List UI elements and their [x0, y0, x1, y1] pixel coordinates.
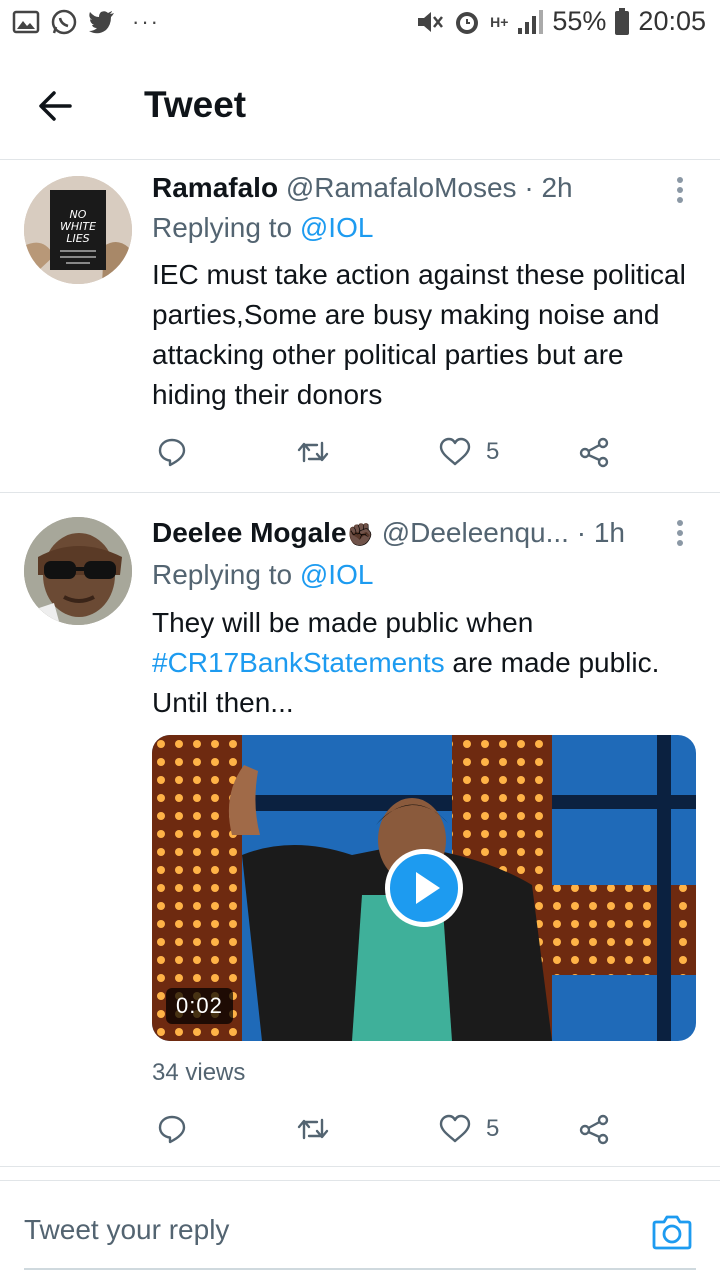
tweet-time: · 1h: [576, 517, 625, 548]
back-button[interactable]: [34, 84, 78, 128]
hashtag-link[interactable]: #CR17BankStatements: [152, 647, 445, 678]
camera-button[interactable]: [650, 1210, 694, 1254]
tweet-text-start: They will be made public when: [152, 607, 534, 638]
more-vertical-icon: [677, 520, 683, 546]
reply-input[interactable]: Tweet your reply: [24, 1214, 229, 1246]
heart-icon: [439, 437, 471, 466]
reply-input-underline: [24, 1268, 696, 1270]
clock-time: 20:05: [638, 6, 706, 36]
camera-icon: [652, 1215, 692, 1250]
author-name[interactable]: Deelee Mogale: [152, 517, 347, 548]
replying-to-label: Replying to: [152, 212, 293, 243]
share-icon: [579, 437, 609, 468]
tweet-divider: [0, 1166, 720, 1167]
tweet-actions: 5: [152, 432, 632, 472]
author-handle[interactable]: @RamafaloMoses: [286, 172, 517, 203]
more-notifications-indicator: ···: [132, 9, 160, 34]
like-button[interactable]: 5: [438, 432, 499, 472]
avatar[interactable]: NO WHITE LIES: [24, 176, 132, 284]
retweet-button[interactable]: [296, 432, 330, 472]
top-app-bar: Tweet: [0, 56, 720, 158]
share-button[interactable]: [578, 1109, 610, 1149]
share-button[interactable]: [578, 432, 610, 472]
share-icon: [579, 1114, 609, 1145]
tweet-text: IEC must take action against these polit…: [152, 259, 686, 410]
tweet-header: Ramafalo @RamafaloMoses · 2h: [152, 172, 573, 204]
signal-icon: [518, 9, 544, 34]
replying-to: Replying to @IOL: [152, 212, 373, 244]
reply-composer: Tweet your reply: [0, 1180, 720, 1280]
play-button[interactable]: [385, 849, 463, 927]
like-button[interactable]: 5: [438, 1109, 499, 1149]
tweet-header: Deelee Mogale✊🏿 @Deeleenqu... · 1h: [152, 517, 625, 549]
tweet-item[interactable]: NO WHITE LIES Ramafalo @RamafaloMoses · …: [0, 160, 720, 492]
video-player[interactable]: 0:02: [152, 735, 696, 1041]
tweet-time: · 2h: [524, 172, 573, 203]
tweet-actions: 5: [152, 1109, 632, 1149]
retweet-button[interactable]: [296, 1109, 330, 1149]
alarm-icon: [456, 11, 479, 34]
avatar-image: [24, 517, 132, 625]
reply-button[interactable]: [156, 1109, 188, 1149]
replying-to-label: Replying to: [152, 559, 293, 590]
battery-percent: 55%: [552, 6, 607, 36]
avatar[interactable]: [24, 517, 132, 625]
status-bar: ··· H+ 55% 20:05: [0, 0, 720, 50]
whatsapp-icon: [51, 9, 77, 35]
author-handle[interactable]: @Deeleenqu...: [382, 517, 569, 548]
heart-icon: [439, 1114, 471, 1143]
battery-icon: [615, 7, 630, 35]
view-count: 34 views: [152, 1059, 246, 1086]
network-type-label: H+: [490, 13, 509, 30]
comment-icon: [158, 438, 186, 467]
more-options-button[interactable]: [670, 174, 690, 210]
play-icon: [416, 872, 440, 904]
tweet-text: They will be made public when #CR17BankS…: [152, 603, 702, 723]
svg-text:LIES: LIES: [66, 232, 89, 245]
avatar-image: NO WHITE LIES: [24, 176, 132, 284]
retweet-icon: [297, 1118, 329, 1140]
like-count: 5: [486, 438, 500, 465]
video-duration: 0:02: [166, 988, 233, 1024]
like-count: 5: [486, 1115, 500, 1142]
reply-button[interactable]: [156, 432, 188, 472]
more-options-button[interactable]: [670, 517, 690, 553]
retweet-icon: [297, 441, 329, 463]
gallery-icon: [12, 10, 40, 34]
author-name[interactable]: Ramafalo: [152, 172, 278, 203]
mute-icon: [418, 11, 444, 32]
more-vertical-icon: [677, 177, 683, 203]
reply-bar-divider: [0, 1180, 720, 1181]
tweet-item[interactable]: Deelee Mogale✊🏿 @Deeleenqu... · 1h Reply…: [0, 493, 720, 1165]
mention-link[interactable]: @IOL: [300, 212, 374, 243]
twitter-icon: [89, 11, 114, 34]
author-name-emoji: ✊🏿: [346, 522, 374, 547]
page-title: Tweet: [144, 84, 247, 125]
replying-to: Replying to @IOL: [152, 559, 373, 591]
arrow-left-icon: [39, 91, 72, 121]
mention-link[interactable]: @IOL: [300, 559, 374, 590]
comment-icon: [158, 1115, 186, 1144]
